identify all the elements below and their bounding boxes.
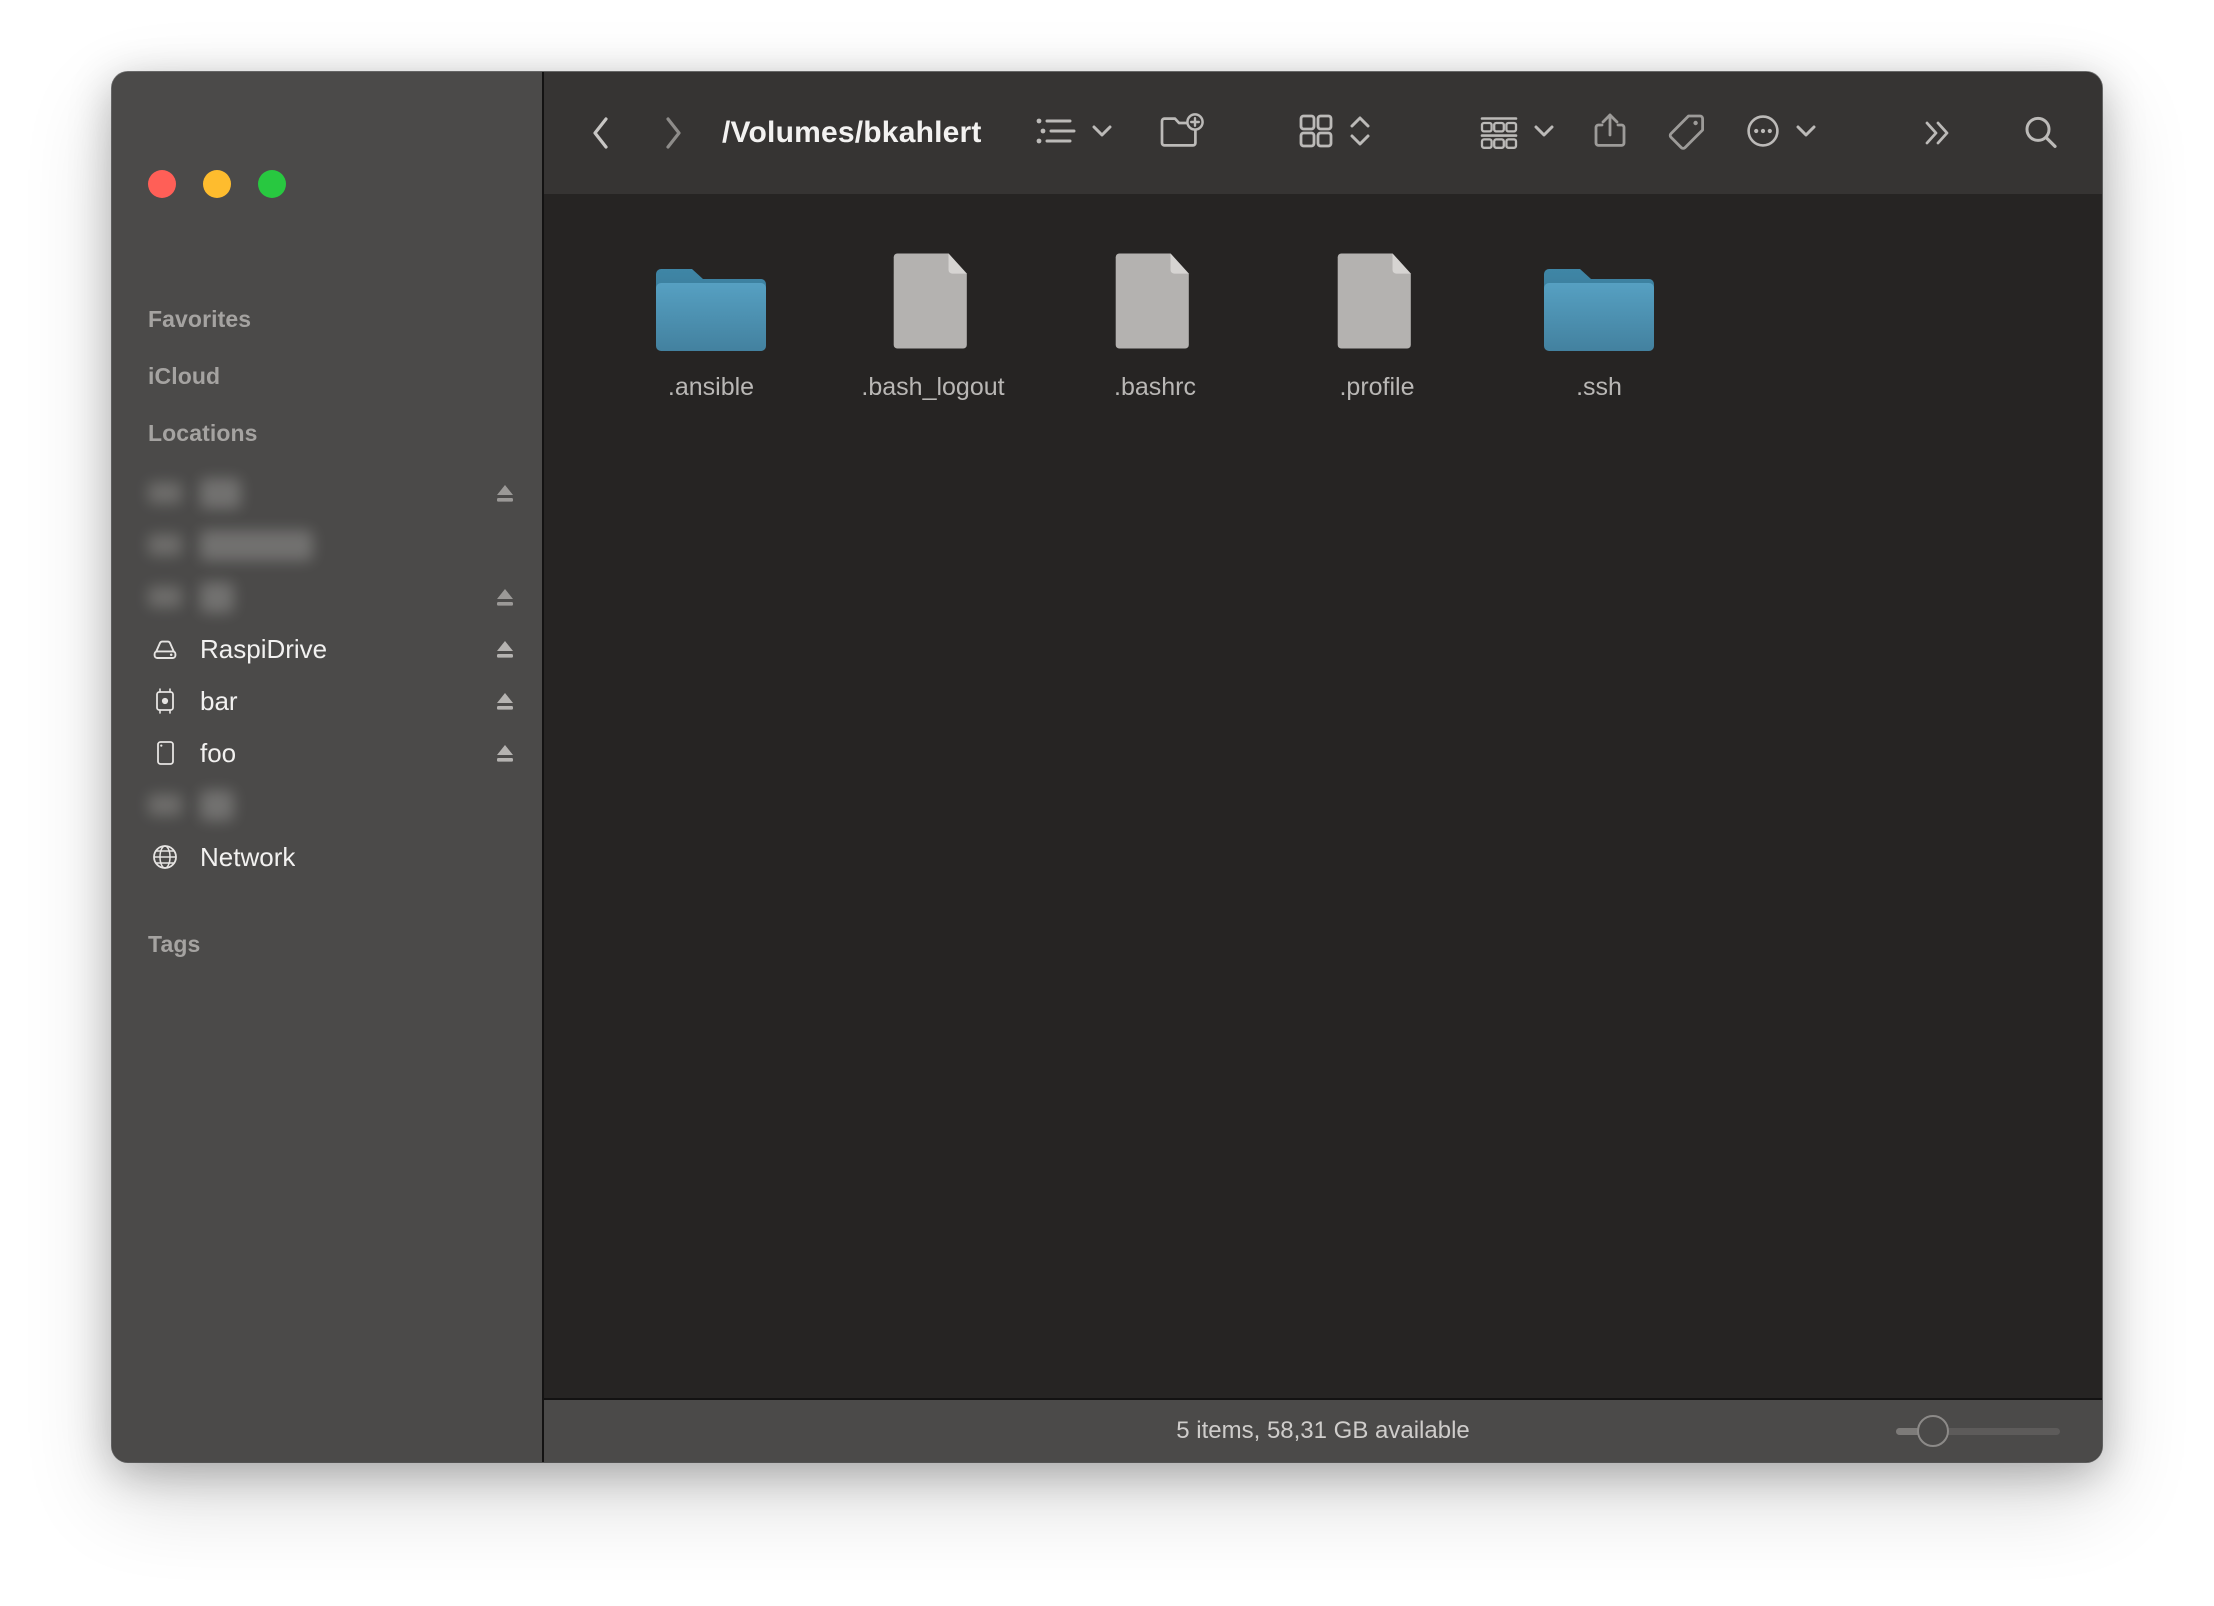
globe-icon [148, 840, 182, 874]
window-controls [112, 72, 542, 198]
file-item[interactable]: .ansible [600, 230, 822, 402]
eject-icon[interactable] [492, 636, 518, 662]
folder-icon [1540, 248, 1658, 354]
close-button[interactable] [148, 170, 176, 198]
grid-view-icon [1296, 111, 1336, 156]
ipad-icon [148, 736, 182, 770]
eject-icon[interactable] [492, 584, 518, 610]
eject-icon[interactable] [492, 688, 518, 714]
sidebar-item-label [200, 789, 234, 821]
tag-button[interactable] [1664, 110, 1708, 157]
sidebar-item-label [200, 529, 314, 561]
sidebar-scroll[interactable]: Favorites iCloud Locations RaspiDrive ba… [112, 184, 542, 958]
document-icon [874, 248, 992, 354]
finder-window: Favorites iCloud Locations RaspiDrive ba… [112, 72, 2102, 1462]
folder-icon [652, 248, 770, 354]
share-icon [1590, 110, 1630, 157]
sidebar-section-icloud-title: iCloud [148, 363, 221, 389]
more-actions-button[interactable] [1742, 110, 1818, 157]
toolbar-right-group [1912, 103, 2068, 163]
sidebar-item-label: foo [200, 737, 237, 768]
main-panel: /Volumes/bkahlert .ansible .bash_logout … [544, 72, 2102, 1462]
sidebar-item-label: Network [200, 841, 296, 872]
new-folder-icon [1158, 111, 1206, 156]
chevron-down-icon [1794, 122, 1818, 145]
icon-grid: .ansible .bash_logout .bashrc .profile .… [544, 230, 2102, 402]
status-bar: 5 items, 58,31 GB available [544, 1398, 2102, 1462]
drive-icon [148, 788, 182, 822]
maximize-button[interactable] [258, 170, 286, 198]
tag-icon [1664, 110, 1708, 157]
sort-stepper[interactable] [1346, 110, 1374, 157]
file-item[interactable]: .ssh [1488, 230, 1710, 402]
eject-icon[interactable] [492, 480, 518, 506]
status-text: 5 items, 58,31 GB available [1176, 1417, 1470, 1444]
sidebar-item-redacted-3[interactable] [112, 571, 542, 623]
drive-icon [148, 476, 182, 510]
page-title: /Volumes/bkahlert [722, 116, 982, 149]
mac-mini-icon [148, 684, 182, 718]
minimize-button[interactable] [203, 170, 231, 198]
file-name-label: .bash_logout [861, 374, 1005, 401]
file-name-label: .ssh [1576, 374, 1622, 401]
icon-view-button[interactable] [1296, 110, 1374, 157]
sidebar-item-foo[interactable]: foo [112, 727, 542, 779]
file-item[interactable]: .profile [1266, 230, 1488, 402]
share-button[interactable] [1590, 110, 1630, 157]
search-button[interactable] [2014, 103, 2068, 163]
back-button[interactable] [578, 103, 624, 163]
sidebar-item-raspidrive[interactable]: RaspiDrive [112, 623, 542, 675]
file-browser-content[interactable]: .ansible .bash_logout .bashrc .profile .… [544, 194, 2102, 1398]
sidebar-section-tags-title: Tags [148, 931, 201, 957]
group-by-icon [1478, 111, 1522, 156]
sidebar-item-label [200, 581, 234, 613]
drive-icon [148, 580, 182, 614]
file-item[interactable]: .bashrc [1044, 230, 1266, 402]
forward-button[interactable] [650, 103, 696, 163]
view-options-button[interactable] [1034, 113, 1114, 154]
document-icon [1318, 248, 1436, 354]
sidebar-item-redacted-2[interactable] [112, 519, 542, 571]
toolbar-overflow-button[interactable] [1912, 103, 1962, 163]
slider-knob[interactable] [1917, 1415, 1950, 1447]
desktop-backdrop: Favorites iCloud Locations RaspiDrive ba… [0, 0, 2214, 1606]
navigation-arrows [578, 103, 696, 163]
sidebar-item-label [200, 477, 241, 509]
icon-size-slider[interactable] [1896, 1414, 2060, 1448]
sidebar-item-bar[interactable]: bar [112, 675, 542, 727]
list-view-icon [1034, 113, 1080, 154]
document-icon [1096, 248, 1214, 354]
sidebar-item-network[interactable]: Network [112, 831, 542, 883]
file-name-label: .ansible [667, 374, 755, 401]
sidebar-item-label: RaspiDrive [200, 633, 328, 664]
sidebar-item-redacted-1[interactable] [112, 467, 542, 519]
group-by-button[interactable] [1478, 111, 1556, 156]
ellipsis-circle-icon [1742, 110, 1784, 157]
sidebar-item-redacted-4[interactable] [112, 779, 542, 831]
file-name-label: .bashrc [1114, 374, 1196, 401]
chevron-down-icon [1090, 122, 1114, 145]
new-folder-button[interactable] [1158, 111, 1206, 156]
sidebar: Favorites iCloud Locations RaspiDrive ba… [112, 72, 544, 1462]
eject-icon[interactable] [492, 740, 518, 766]
sidebar-section-favorites-title: Favorites [148, 306, 252, 332]
toolbar: /Volumes/bkahlert [544, 72, 2102, 194]
file-name-label: .profile [1339, 374, 1415, 401]
drive-icon [148, 528, 182, 562]
external-drive-icon [148, 632, 182, 666]
file-item[interactable]: .bash_logout [822, 230, 1044, 402]
sidebar-section-locations-title: Locations [148, 420, 258, 446]
sidebar-item-label: bar [200, 685, 238, 716]
chevron-down-icon [1532, 122, 1556, 145]
